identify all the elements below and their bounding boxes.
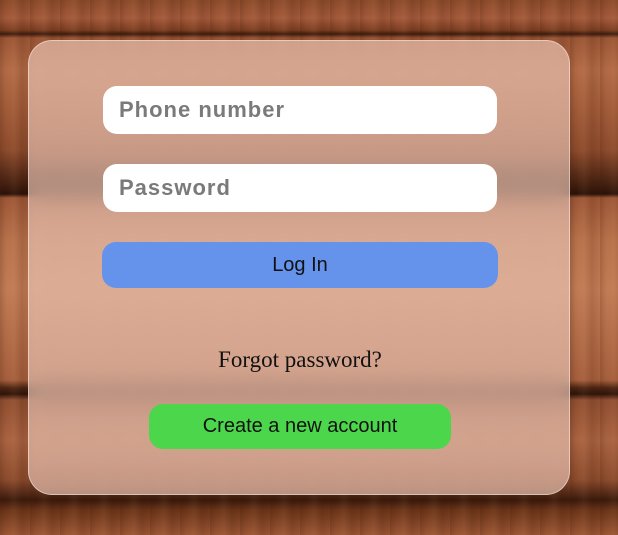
- forgot-password-link[interactable]: Forgot password?: [29, 347, 571, 373]
- create-account-button[interactable]: Create a new account: [149, 404, 451, 449]
- phone-number-input[interactable]: [103, 86, 497, 134]
- login-button[interactable]: Log In: [102, 242, 498, 288]
- password-input[interactable]: [103, 164, 497, 212]
- login-card: Log In Forgot password? Create a new acc…: [28, 40, 570, 495]
